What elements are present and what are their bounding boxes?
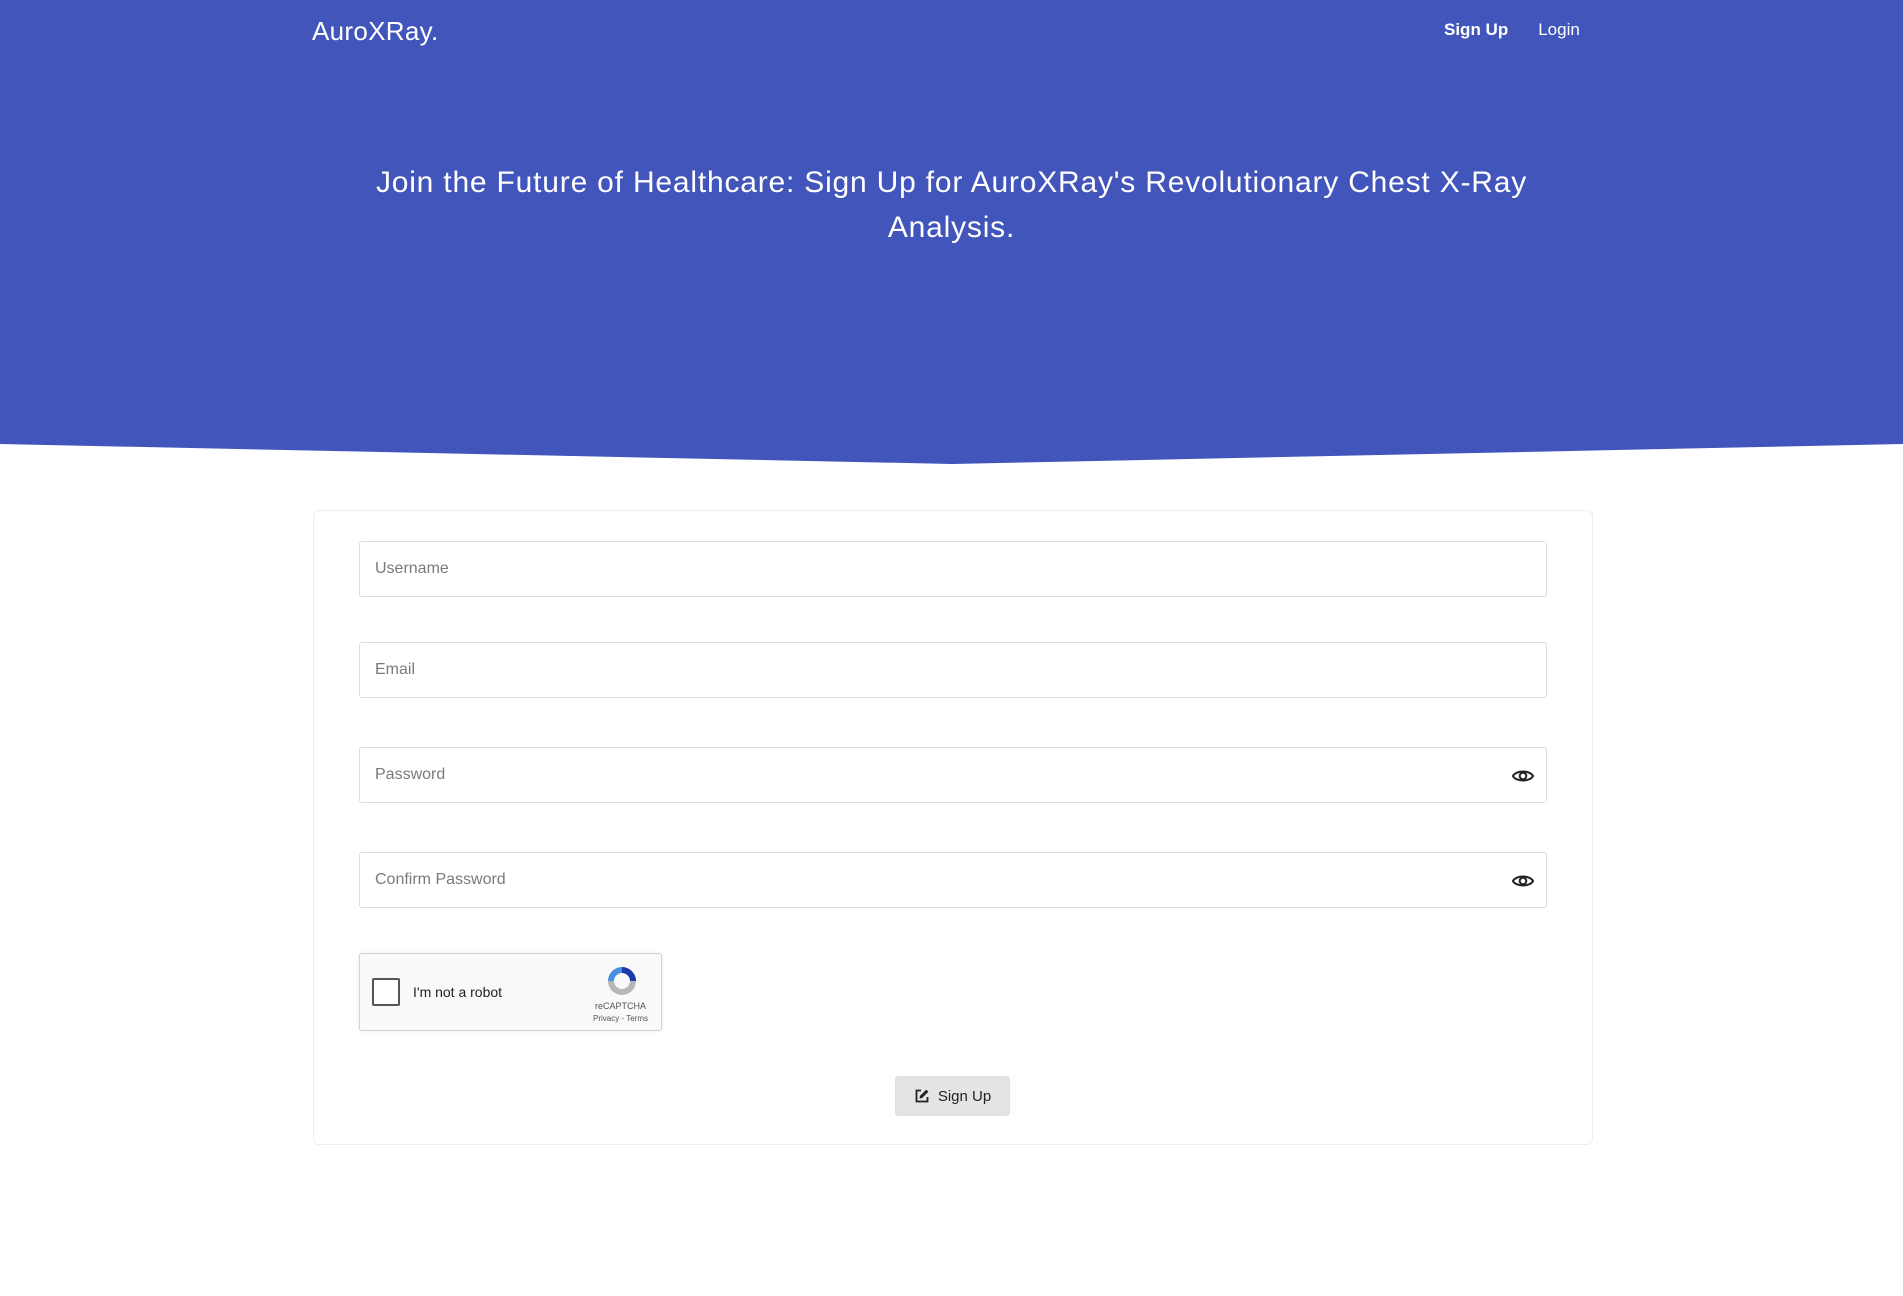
recaptcha-label: I'm not a robot xyxy=(413,984,503,1000)
eye-icon[interactable] xyxy=(1512,765,1534,787)
edit-icon xyxy=(915,1089,929,1103)
recaptcha-widget: I'm not a robot reCAPTCHA Privacy - Term… xyxy=(359,953,662,1031)
recaptcha-checkbox[interactable] xyxy=(372,978,400,1006)
hero-section: AuroXRay. Sign Up Login Join the Future … xyxy=(0,0,1903,470)
sign-up-button[interactable]: Sign Up xyxy=(895,1076,1010,1116)
top-nav: Sign Up Login xyxy=(1444,20,1580,40)
confirm-password-field xyxy=(359,852,1547,908)
password-input[interactable] xyxy=(360,748,1546,802)
username-field xyxy=(359,541,1547,597)
nav-link-login[interactable]: Login xyxy=(1538,20,1580,40)
recaptcha-links[interactable]: Privacy - Terms xyxy=(578,1014,663,1023)
nav-link-sign-up[interactable]: Sign Up xyxy=(1444,20,1508,40)
sign-up-button-label: Sign Up xyxy=(937,1087,992,1105)
confirm-password-input[interactable] xyxy=(360,853,1546,907)
recaptcha-brand: reCAPTCHA xyxy=(594,1001,646,1011)
recaptcha-logo-icon xyxy=(608,967,636,995)
signup-card: I'm not a robot reCAPTCHA Privacy - Term… xyxy=(313,510,1593,1145)
hero-title: Join the Future of Healthcare: Sign Up f… xyxy=(375,166,1528,244)
email-input[interactable] xyxy=(360,643,1546,697)
password-field xyxy=(359,747,1547,803)
eye-icon[interactable] xyxy=(1512,870,1534,892)
brand-logo[interactable]: AuroXRay. xyxy=(312,16,439,47)
email-field xyxy=(359,642,1547,698)
username-input[interactable] xyxy=(360,542,1546,596)
